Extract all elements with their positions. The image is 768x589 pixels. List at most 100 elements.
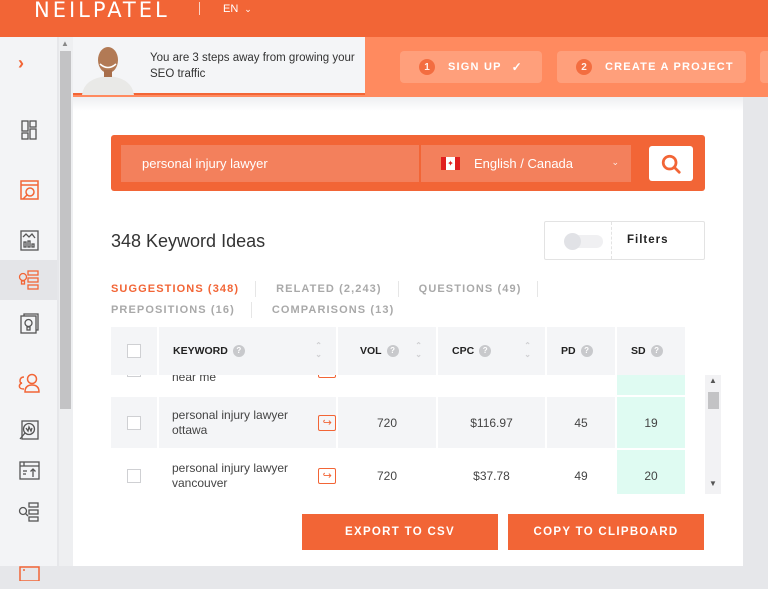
column-vol[interactable]: VOL? ⌃ ⌄ — [338, 327, 436, 375]
top-navbar: NEILPATEL EN ⌄ — [0, 0, 768, 37]
sidebar-item-keyword-lists[interactable] — [0, 492, 57, 532]
logo[interactable]: NEILPATEL — [34, 0, 170, 21]
help-icon[interactable]: ? — [479, 345, 492, 357]
sort-icon[interactable]: ⌃ ⌄ — [415, 341, 422, 359]
tab-prepositions[interactable]: PREPOSITIONS (16) — [111, 301, 252, 318]
sidebar-item-seo-analyzer[interactable] — [0, 450, 57, 490]
table-header: KEYWORD? ⌃ ⌄ VOL? ⌃ ⌄ CPC? ⌃ ⌄ PD? SD? — [111, 327, 687, 375]
step-number: 2 — [576, 59, 592, 75]
main-panel: ✦ English / Canada ⌄ 348 Keyword Ideas F… — [73, 97, 743, 566]
sort-icon[interactable]: ⌃ ⌄ — [315, 341, 322, 359]
select-all-checkbox[interactable] — [127, 344, 141, 358]
sidebar-item-more[interactable] — [0, 549, 57, 589]
sd-cell: 19 — [617, 397, 685, 448]
results-title: 348 Keyword Ideas — [111, 231, 266, 251]
cpc-cell: $116.97 — [438, 397, 545, 448]
column-label: KEYWORD — [173, 345, 228, 357]
filters-button[interactable]: Filters — [627, 234, 669, 246]
rank-tracking-icon — [19, 420, 39, 440]
step-sign-up[interactable]: 1 SIGN UP ✓ — [400, 51, 542, 83]
column-label: VOL — [360, 345, 382, 357]
search-bar: ✦ English / Canada ⌄ — [111, 135, 705, 191]
upload-window-icon — [18, 461, 40, 480]
scroll-up-arrow-icon[interactable]: ▲ — [61, 39, 69, 48]
keyword-text[interactable]: personal injury lawyer vancouver — [172, 461, 308, 491]
chevron-down-icon: ⌄ — [611, 157, 619, 167]
filters-panel: Filters — [544, 221, 705, 260]
help-icon[interactable]: ? — [650, 345, 663, 357]
sidebar-scrollbar[interactable]: ▲ — [59, 37, 73, 566]
vol-cell: 720 — [338, 450, 436, 494]
divider — [611, 222, 612, 259]
chevron-down-icon: ⌄ — [244, 4, 252, 14]
column-sd[interactable]: SD? — [617, 327, 685, 375]
sidebar: › — [0, 37, 57, 581]
sidebar-item-content-ideas[interactable] — [0, 303, 57, 343]
divider — [199, 2, 200, 15]
scrollbar-thumb[interactable] — [60, 51, 71, 409]
traffic-chart-icon — [19, 230, 39, 251]
help-icon[interactable]: ? — [386, 345, 399, 357]
panel-shadow — [73, 97, 743, 111]
tab-questions[interactable]: QUESTIONS (49) — [419, 280, 539, 297]
canada-flag-icon: ✦ — [441, 157, 460, 170]
toggle-knob — [564, 233, 581, 250]
step-create-project[interactable]: 2 CREATE A PROJECT — [557, 51, 746, 83]
language-selector[interactable]: EN ⌄ — [223, 3, 252, 15]
banner-message: You are 3 steps away from growing your S… — [150, 52, 355, 80]
scrollbar-thumb[interactable] — [708, 392, 719, 409]
copy-clipboard-button[interactable]: COPY TO CLIPBOARD — [508, 514, 704, 550]
sidebar-item-rank-tracking[interactable] — [0, 410, 57, 450]
site-audit-icon — [19, 180, 39, 200]
expand-sidebar-button[interactable]: › — [18, 53, 24, 74]
tab-suggestions[interactable]: SUGGESTIONS (348) — [111, 280, 257, 297]
avatar — [82, 47, 134, 95]
open-keyword-icon[interactable]: ↪ — [318, 467, 336, 484]
language-label: EN — [223, 3, 239, 15]
sd-cell: 20 — [617, 450, 685, 494]
row-checkbox[interactable] — [127, 468, 141, 483]
checkmark-icon: ✓ — [511, 60, 523, 74]
sidebar-item-keyword-ideas[interactable] — [0, 260, 57, 300]
tab-related[interactable]: RELATED (2,243) — [276, 280, 399, 297]
open-keyword-icon[interactable]: ↪ — [318, 414, 336, 431]
keyword-text[interactable]: personal injury lawyer ottawa — [172, 408, 308, 438]
table-scrollbar[interactable]: ▲ ▼ — [705, 375, 721, 494]
search-button[interactable] — [649, 146, 693, 181]
column-label: SD — [631, 345, 646, 357]
help-icon[interactable]: ? — [232, 345, 245, 357]
sidebar-item-dashboard[interactable] — [0, 110, 57, 150]
step-label: CREATE A PROJECT — [605, 61, 734, 73]
column-keyword[interactable]: KEYWORD? ⌃ ⌄ — [159, 327, 336, 375]
pd-cell: 45 — [547, 397, 615, 448]
onboarding-banner: You are 3 steps away from growing your S… — [73, 37, 768, 97]
sidebar-item-traffic-analyzer[interactable] — [0, 220, 57, 260]
keyword-input[interactable] — [121, 145, 419, 182]
select-all-cell — [111, 327, 157, 375]
sidebar-item-site-audit[interactable] — [0, 170, 57, 210]
row-checkbox-cell — [111, 450, 157, 494]
row-checkbox[interactable] — [127, 415, 141, 430]
column-label: CPC — [452, 345, 475, 357]
help-icon[interactable]: ? — [580, 345, 593, 357]
result-tabs: SUGGESTIONS (348) RELATED (2,243) QUESTI… — [111, 278, 631, 320]
sort-icon[interactable]: ⌃ ⌄ — [524, 341, 531, 359]
backlinks-users-icon — [18, 373, 40, 393]
pd-cell: 49 — [547, 450, 615, 494]
banner-message-box: You are 3 steps away from growing your S… — [73, 37, 365, 95]
scroll-down-arrow-icon[interactable]: ▼ — [709, 479, 717, 488]
export-csv-button[interactable]: EXPORT TO CSV — [302, 514, 498, 550]
column-label: PD — [561, 345, 576, 357]
keyword-table: KEYWORD? ⌃⌄ VOL? ⌃⌄ CPC? ⌃⌄ PD? SD? persona… — [111, 327, 721, 494]
column-pd[interactable]: PD? — [547, 327, 615, 375]
keyword-list-icon — [18, 502, 39, 522]
keyword-cell: personal injury lawyer ottawa ↪ — [159, 397, 336, 448]
filters-toggle[interactable] — [564, 233, 603, 250]
step-next[interactable] — [760, 51, 768, 83]
column-cpc[interactable]: CPC? ⌃ ⌄ — [438, 327, 545, 375]
dashboard-icon — [20, 120, 37, 140]
sidebar-item-backlinks[interactable] — [0, 363, 57, 403]
locale-dropdown[interactable]: ✦ English / Canada ⌄ — [421, 145, 631, 182]
tab-comparisons[interactable]: COMPARISONS (13) — [272, 302, 411, 318]
scroll-up-arrow-icon[interactable]: ▲ — [709, 376, 717, 385]
